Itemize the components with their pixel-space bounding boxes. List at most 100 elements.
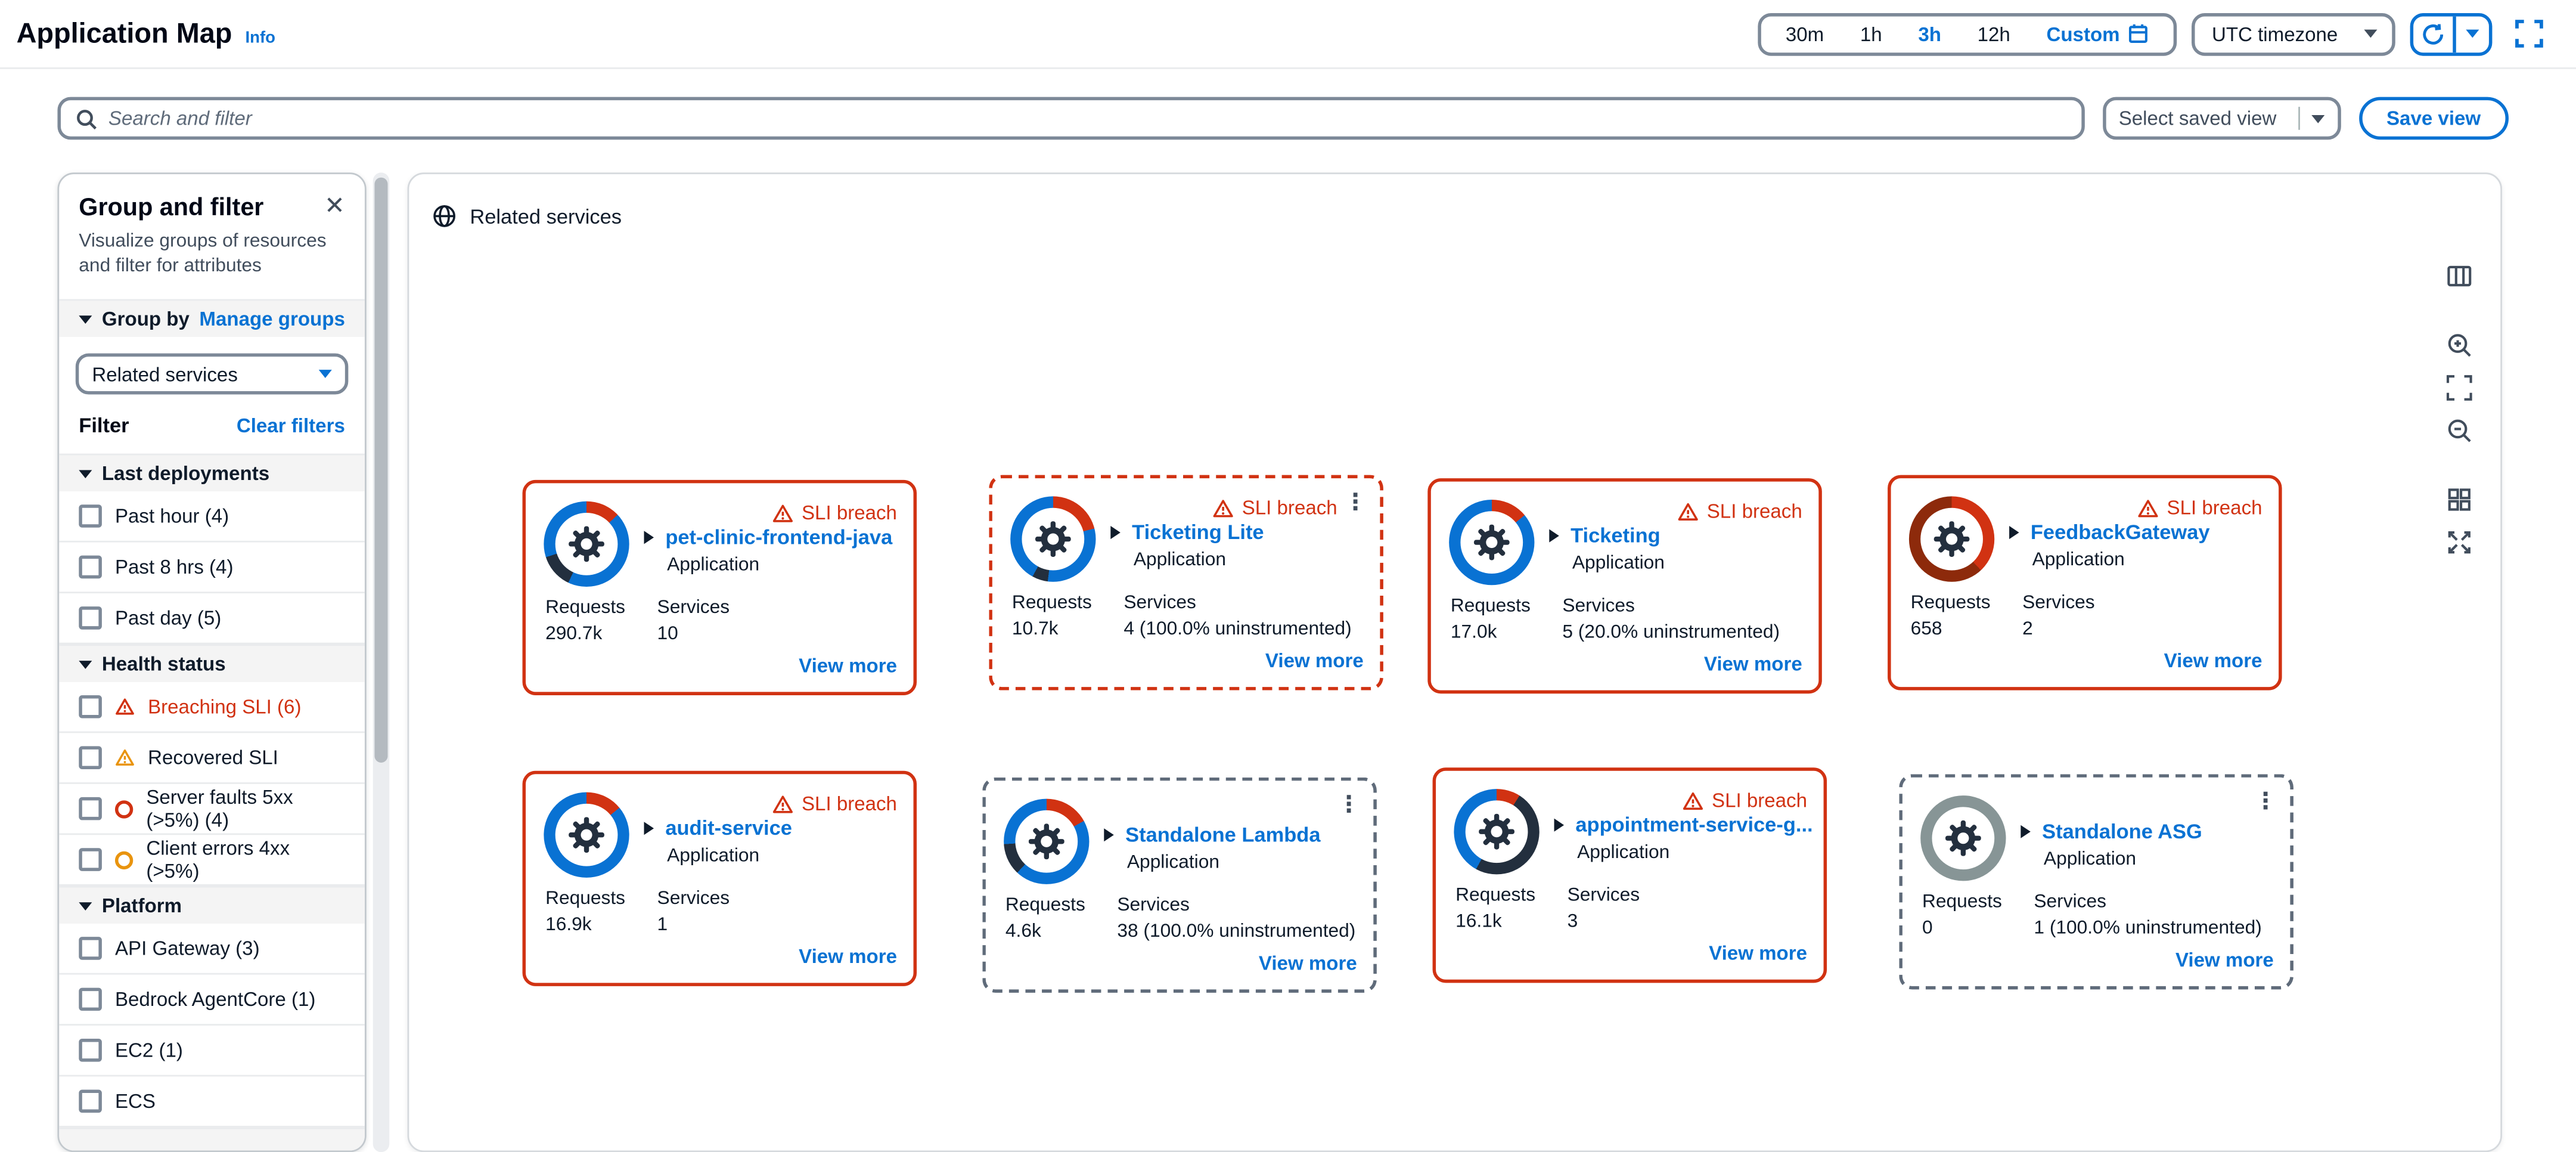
gear-icon bbox=[1025, 820, 1068, 863]
filter-server-faults[interactable]: Server faults 5xx (>5%) (4) bbox=[59, 785, 365, 835]
expand-toggle-icon[interactable] bbox=[1554, 819, 1565, 832]
view-more-link[interactable]: View more bbox=[1259, 952, 1357, 975]
view-more-link[interactable]: View more bbox=[1709, 942, 1807, 965]
app-card-appointment-service[interactable]: appointment-service-g... Application SLI… bbox=[1433, 767, 1827, 983]
group-by-section-header[interactable]: Group by Manage groups bbox=[59, 300, 365, 337]
saved-view-select[interactable]: Select saved view bbox=[2102, 97, 2341, 140]
save-view-button[interactable]: Save view bbox=[2358, 97, 2509, 140]
checkbox[interactable] bbox=[79, 989, 102, 1012]
app-name-link[interactable]: pet-clinic-frontend-java bbox=[665, 526, 892, 549]
app-name-link[interactable]: Standalone ASG bbox=[2042, 820, 2202, 843]
time-range-12h[interactable]: 12h bbox=[1959, 22, 2028, 45]
platform-section-header[interactable]: Platform bbox=[59, 887, 365, 924]
requests-value: 16.9k bbox=[545, 915, 657, 935]
kebab-menu-icon[interactable]: ⋮ bbox=[1337, 792, 1361, 816]
view-more-link[interactable]: View more bbox=[2175, 948, 2274, 971]
expand-toggle-icon[interactable] bbox=[1104, 828, 1114, 841]
checkbox[interactable] bbox=[79, 937, 102, 961]
view-more-link[interactable]: View more bbox=[799, 945, 897, 968]
checkbox[interactable] bbox=[79, 1039, 102, 1063]
checkbox[interactable] bbox=[79, 798, 102, 821]
checkbox[interactable] bbox=[79, 1090, 102, 1113]
app-card-ticketing-lite[interactable]: Ticketing Lite Application SLI breach ⋮ … bbox=[989, 475, 1383, 690]
filter-past-8hrs[interactable]: Past 8 hrs (4) bbox=[59, 543, 365, 594]
clear-filters-link[interactable]: Clear filters bbox=[237, 415, 345, 438]
filter-recovered-sli[interactable]: Recovered SLI bbox=[59, 733, 365, 784]
manage-groups-link[interactable]: Manage groups bbox=[199, 308, 344, 331]
search-box[interactable] bbox=[57, 97, 2084, 140]
checkbox[interactable] bbox=[79, 848, 102, 872]
filter-client-errors[interactable]: Client errors 4xx (>5%) bbox=[59, 835, 365, 886]
kebab-menu-icon[interactable]: ⋮ bbox=[1344, 490, 1367, 513]
filter-breaching-sli[interactable]: Breaching SLI (6) bbox=[59, 683, 365, 733]
zoom-in-button[interactable] bbox=[2440, 326, 2479, 365]
section-label: Platform bbox=[102, 894, 182, 918]
app-name-link[interactable]: Ticketing bbox=[1571, 524, 1661, 547]
view-more-link[interactable]: View more bbox=[1704, 652, 1802, 676]
time-range-1h[interactable]: 1h bbox=[1842, 22, 1900, 45]
fit-to-screen-button[interactable] bbox=[2440, 368, 2479, 407]
filter-ec2[interactable]: EC2 (1) bbox=[59, 1026, 365, 1077]
group-by-select[interactable]: Related services bbox=[76, 354, 349, 395]
app-type-label: Application bbox=[1134, 550, 1226, 570]
app-card-pet-clinic-frontend-java[interactable]: pet-clinic-frontend-java Application SLI… bbox=[523, 480, 917, 695]
checkbox[interactable] bbox=[79, 556, 102, 580]
expand-toggle-icon[interactable] bbox=[1110, 526, 1121, 539]
next-section-header-clipped[interactable] bbox=[59, 1128, 365, 1152]
app-card-audit-service[interactable]: audit-service Application SLI breach Req… bbox=[523, 771, 917, 986]
view-more-link[interactable]: View more bbox=[2164, 649, 2262, 673]
refresh-button[interactable] bbox=[2413, 16, 2456, 52]
view-more-link[interactable]: View more bbox=[799, 654, 897, 677]
app-card-standalone-lambda[interactable]: Standalone Lambda Application ⋮ Requests… bbox=[982, 778, 1377, 993]
checkbox[interactable] bbox=[79, 607, 102, 630]
application-map-canvas[interactable]: Related services bbox=[408, 172, 2502, 1152]
expand-nodes-button[interactable] bbox=[2440, 523, 2479, 562]
layout-columns-icon bbox=[2446, 263, 2472, 289]
services-label: Services bbox=[1568, 886, 1640, 906]
time-range-3h[interactable]: 3h bbox=[1900, 22, 1959, 45]
services-value: 1 bbox=[657, 915, 730, 935]
info-link[interactable]: Info bbox=[245, 29, 275, 47]
close-icon[interactable]: ✕ bbox=[324, 194, 345, 218]
app-name-link[interactable]: Standalone Lambda bbox=[1125, 823, 1320, 847]
filter-past-day[interactable]: Past day (5) bbox=[59, 594, 365, 645]
app-name-link[interactable]: FeedbackGateway bbox=[2031, 521, 2210, 544]
app-card-ticketing[interactable]: Ticketing Application SLI breach Request… bbox=[1427, 478, 1822, 693]
timezone-select[interactable]: UTC timezone bbox=[2192, 13, 2395, 55]
scrollbar-thumb[interactable] bbox=[374, 178, 387, 763]
search-input[interactable] bbox=[108, 107, 2066, 130]
checkbox[interactable] bbox=[79, 747, 102, 770]
expand-toggle-icon[interactable] bbox=[2009, 526, 2019, 539]
kebab-menu-icon[interactable]: ⋮ bbox=[2254, 789, 2277, 812]
sidebar-scrollbar[interactable] bbox=[373, 172, 390, 1152]
time-range-control: 30m 1h 3h 12h Custom bbox=[1758, 13, 2177, 55]
filter-api-gateway[interactable]: API Gateway (3) bbox=[59, 924, 365, 975]
time-range-custom[interactable]: Custom bbox=[2028, 22, 2167, 45]
time-range-30m[interactable]: 30m bbox=[1768, 22, 1842, 45]
expand-toggle-icon[interactable] bbox=[644, 531, 654, 544]
zoom-out-button[interactable] bbox=[2440, 411, 2479, 450]
checkbox[interactable] bbox=[79, 505, 102, 528]
layout-columns-button[interactable] bbox=[2440, 256, 2479, 296]
checkbox[interactable] bbox=[79, 696, 102, 719]
health-status-section-header[interactable]: Health status bbox=[59, 645, 365, 682]
app-card-standalone-asg[interactable]: Standalone ASG Application ⋮ Requests0 S… bbox=[1899, 774, 2293, 989]
app-card-feedbackgateway[interactable]: FeedbackGateway Application SLI breach R… bbox=[1888, 475, 2282, 690]
last-deployments-section-header[interactable]: Last deployments bbox=[59, 454, 365, 492]
expand-toggle-icon[interactable] bbox=[644, 822, 654, 835]
app-name-link[interactable]: Ticketing Lite bbox=[1132, 521, 1264, 544]
expand-toggle-icon[interactable] bbox=[2021, 825, 2031, 838]
filter-ecs[interactable]: ECS bbox=[59, 1077, 365, 1128]
app-name-link[interactable]: audit-service bbox=[665, 817, 792, 840]
view-more-link[interactable]: View more bbox=[1265, 649, 1364, 673]
fullscreen-button[interactable] bbox=[2507, 13, 2550, 55]
filter-bedrock-agentcore[interactable]: Bedrock AgentCore (1) bbox=[59, 975, 365, 1026]
filter-past-hour[interactable]: Past hour (4) bbox=[59, 492, 365, 543]
sli-breach-badge: SLI breach bbox=[772, 501, 897, 525]
refresh-options-button[interactable] bbox=[2456, 16, 2489, 52]
fit-to-screen-icon bbox=[2446, 374, 2472, 401]
expand-toggle-icon[interactable] bbox=[1549, 529, 1559, 543]
app-name-link[interactable]: appointment-service-g... bbox=[1575, 813, 1812, 837]
group-view-button[interactable] bbox=[2440, 480, 2479, 519]
chevron-down-icon bbox=[2364, 30, 2377, 38]
